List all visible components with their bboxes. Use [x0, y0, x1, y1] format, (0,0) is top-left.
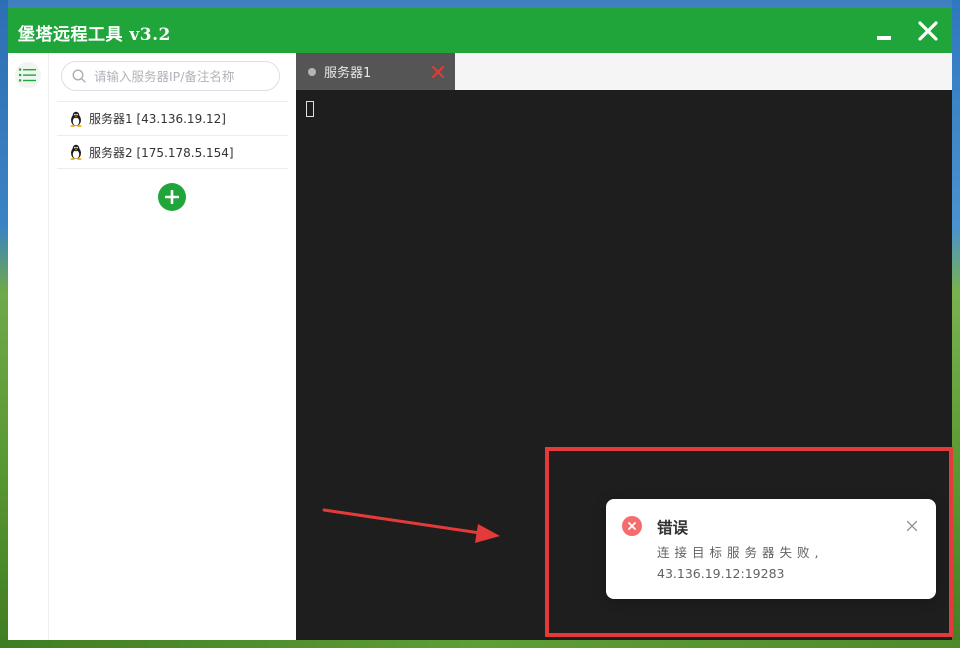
search-input[interactable]	[92, 67, 276, 85]
add-server-button[interactable]	[158, 183, 186, 211]
server-list-panel: 服务器1 [43.136.19.12] 服务器2 [175.178.	[49, 53, 296, 640]
error-notification: 错误 连接目标服务器失败, 43.136.19.12:19283	[606, 499, 936, 599]
tab-close-icon[interactable]	[430, 64, 446, 80]
close-icon	[918, 20, 938, 41]
tux-icon	[69, 144, 83, 160]
minimize-icon	[877, 35, 891, 40]
close-window-button[interactable]	[908, 8, 948, 53]
tux-icon	[69, 111, 83, 127]
connection-status-dot	[308, 67, 316, 76]
tab-label: 服务器1	[324, 66, 372, 81]
tab-server-1[interactable]: 服务器1	[296, 53, 455, 90]
error-icon	[622, 516, 642, 536]
search-box[interactable]	[61, 61, 280, 91]
icon-rail	[8, 53, 49, 640]
server-item-2[interactable]: 服务器2 [175.178.5.154]	[57, 135, 288, 169]
minimize-button[interactable]	[864, 8, 904, 53]
server-item-1[interactable]: 服务器1 [43.136.19.12]	[57, 101, 288, 135]
notification-message-line2: 43.136.19.12:19283	[657, 566, 785, 581]
notification-close-icon[interactable]	[906, 520, 918, 532]
server-list-toggle-button[interactable]	[15, 62, 41, 88]
tab-strip: 服务器1	[296, 53, 952, 90]
terminal-cursor	[306, 101, 314, 117]
notification-message: 连接目标服务器失败, 43.136.19.12:19283	[657, 542, 912, 584]
annotation-arrow-icon	[322, 508, 500, 543]
plus-icon	[165, 190, 179, 204]
server-list: 服务器1 [43.136.19.12] 服务器2 [175.178.5.154]	[57, 101, 288, 169]
notification-message-line1: 连接目标服务器失败,	[657, 545, 824, 560]
desktop-wallpaper-bottom	[0, 640, 960, 648]
desktop-wallpaper-left	[0, 0, 8, 648]
window-title: 堡塔远程工具 v3.2	[18, 25, 171, 45]
title-bar[interactable]: 堡塔远程工具 v3.2	[8, 8, 952, 53]
server-item-label: 服务器1 [43.136.19.12]	[89, 112, 226, 126]
search-icon	[72, 69, 86, 83]
server-item-label: 服务器2 [175.178.5.154]	[89, 145, 234, 160]
notification-title: 错误	[657, 519, 689, 537]
list-icon	[19, 68, 36, 82]
desktop-wallpaper-right	[952, 0, 960, 648]
